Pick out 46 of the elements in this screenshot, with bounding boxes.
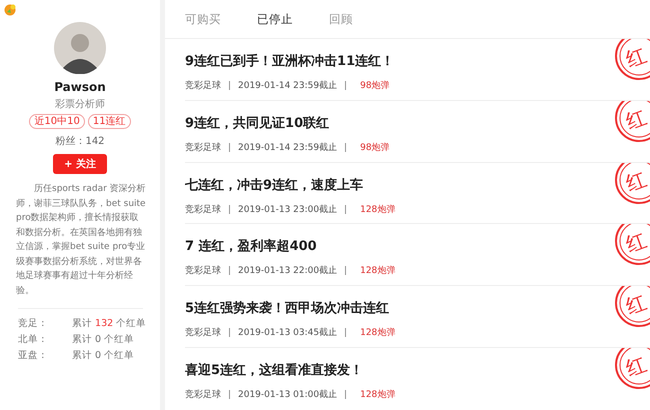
article-title[interactable]: 喜迎5连红，这组看准直接发！: [185, 360, 364, 379]
article-title[interactable]: 9连红，共同见证10联红: [185, 114, 330, 132]
tab[interactable]: 已停止: [257, 12, 329, 26]
stat-label: 亚盘：: [18, 349, 49, 362]
user-name: Pawson: [54, 80, 106, 94]
article-price: 128炮弹: [360, 388, 396, 401]
article-title[interactable]: 9连红已到手！亚洲杯冲击11连红！: [185, 52, 394, 70]
stat-value: 累计 0 个红单: [72, 349, 134, 362]
achievement-tag: 11连红: [88, 114, 131, 129]
avatar: [54, 22, 106, 74]
seal-stamp: 红: [614, 224, 650, 266]
stat-value: 累计 132 个红单: [72, 317, 146, 330]
article-category: 竞彩足球: [185, 388, 221, 401]
bio-text: 历任sports radar 资深分析师，谢菲三球队队务，bet suite pro数据架构师，擅长情报获取和数据分析。在英国各地拥有独立信源，掌握bet suite pro专业级赛事数据分析系统，对世界各地足球赛事有超过十年分析经验。: [16, 182, 146, 298]
article-deadline: 2019-01-13 23:00截止: [238, 204, 338, 216]
article-title[interactable]: 七连红，冲击9连红，速度上车: [185, 176, 364, 194]
seal-stamp: 红: [614, 162, 650, 205]
article-title[interactable]: 7 连红，盈利率超400: [185, 237, 317, 256]
article-category: 竞彩足球: [185, 142, 221, 154]
article-price: 128炮弹: [360, 204, 396, 216]
user-title: 彩票分析师: [55, 98, 105, 111]
achievement-tag: 近10中10: [29, 114, 85, 129]
article-deadline: 2019-01-13 03:45截止: [238, 326, 338, 340]
stat-label: 北单：: [18, 333, 49, 346]
seal-stamp: 红: [614, 286, 650, 328]
article-title[interactable]: 5连红强势来袭！西甲场次冲击连红: [185, 299, 390, 318]
logo-icon: [4, 3, 17, 16]
article-deadline: 2019-01-14 23:59截止: [238, 142, 338, 154]
fans-count: 粉丝：142: [55, 134, 105, 148]
article-price: 128炮弹: [360, 326, 396, 340]
article-category: 竞彩足球: [185, 204, 221, 216]
article-category: 竞彩足球: [185, 264, 221, 278]
stat-label: 竞足：: [18, 317, 49, 330]
article-deadline: 2019-01-13 22:00截止: [238, 264, 338, 278]
article-deadline: 2019-01-14 23:59截止: [238, 80, 338, 92]
article-price: 128炮弹: [360, 264, 396, 278]
article-category: 竞彩足球: [185, 80, 221, 92]
follow-button[interactable]: + 关注: [53, 154, 107, 174]
seal-stamp: 红: [614, 348, 650, 390]
article-price: 98炮弹: [360, 80, 390, 92]
article-deadline: 2019-01-13 01:00截止: [238, 388, 338, 401]
seal-stamp: 红: [614, 39, 650, 81]
article-price: 98炮弹: [360, 142, 390, 154]
seal-stamp: 红: [614, 100, 650, 143]
stat-value: 累计 0 个红单: [72, 333, 134, 346]
article-category: 竞彩足球: [185, 326, 221, 340]
